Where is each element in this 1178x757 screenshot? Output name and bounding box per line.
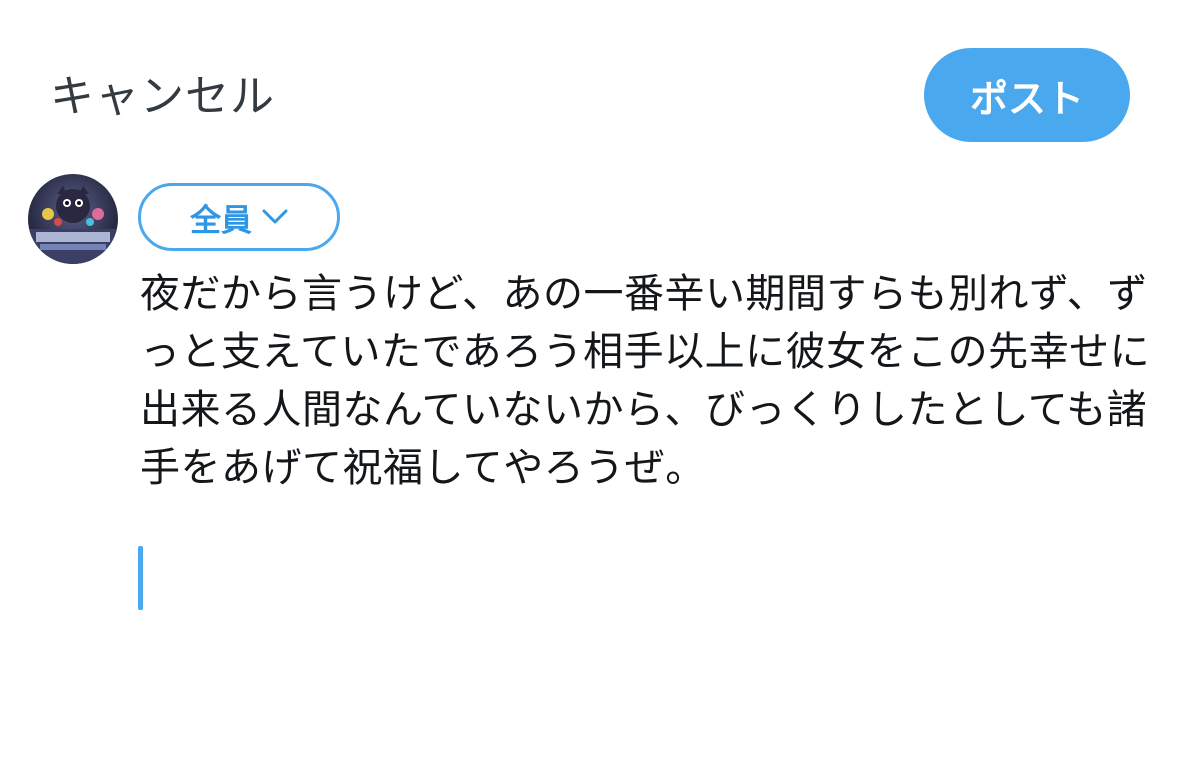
post-button[interactable]: ポスト <box>924 48 1130 142</box>
text-cursor <box>138 546 143 610</box>
tweet-text-input[interactable]: 夜だから言うけど、あの一番辛い期間すらも別れず、ずっと支えていたであろう相手以上… <box>140 265 1165 497</box>
avatar-image <box>28 174 118 264</box>
audience-selector[interactable]: 全員 <box>138 183 340 251</box>
avatar[interactable] <box>28 174 118 264</box>
cancel-button[interactable]: キャンセル <box>50 70 275 124</box>
post-button-label: ポスト <box>969 76 1084 121</box>
chevron-down-icon <box>262 209 288 224</box>
audience-label: 全員 <box>190 202 252 239</box>
